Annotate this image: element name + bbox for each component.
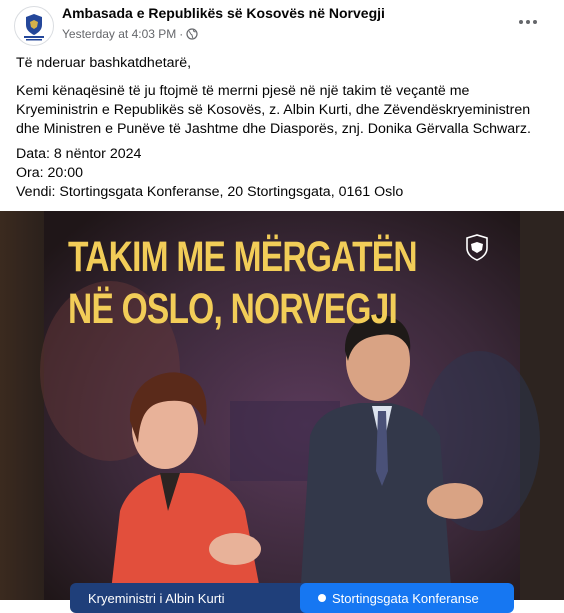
embassy-logo-icon xyxy=(16,8,52,44)
event-venue: Vendi: Stortingsgata Konferanse, 20 Stor… xyxy=(16,184,404,200)
page-avatar[interactable] xyxy=(14,6,54,46)
more-options-button[interactable] xyxy=(516,10,540,34)
post-header: Ambasada e Republikës së Kosovës në Norv… xyxy=(0,0,564,52)
page-name-link[interactable]: Ambasada e Republikës së Kosovës në Norv… xyxy=(62,5,385,21)
more-options-icon xyxy=(519,20,523,24)
meta-separator: · xyxy=(179,27,184,41)
globe-icon xyxy=(186,28,198,40)
event-time: Ora: 20:00 xyxy=(16,165,84,181)
image-headline-line2: NË OSLO, NORVEGJI xyxy=(68,285,398,333)
post-greeting: Të nderuar bashkatdhetarë, xyxy=(16,55,192,71)
post-timestamp[interactable]: Yesterday at 4:03 PM xyxy=(62,27,176,41)
more-dot xyxy=(526,20,530,24)
more-dot xyxy=(533,20,537,24)
location-pin-icon xyxy=(318,594,326,602)
image-caption-right: Stortingsgata Konferanse xyxy=(300,583,514,613)
post-meta: Yesterday at 4:03 PM · xyxy=(62,27,198,41)
event-date: Data: 8 nëntor 2024 xyxy=(16,146,142,162)
image-caption-left-text: Kryeministri i Albin Kurti xyxy=(88,590,225,606)
image-headline-line1: TAKIM ME MËRGATËN xyxy=(68,233,418,281)
post-paragraph: Kemi kënaqësinë të ju ftojmë të merrni p… xyxy=(16,83,531,137)
post-image[interactable]: TAKIM ME MËRGATËN NË OSLO, NORVEGJI xyxy=(0,211,564,600)
image-caption-left: Kryeministri i Albin Kurti xyxy=(70,583,313,613)
image-caption-right-text: Stortingsgata Konferanse xyxy=(332,590,479,606)
